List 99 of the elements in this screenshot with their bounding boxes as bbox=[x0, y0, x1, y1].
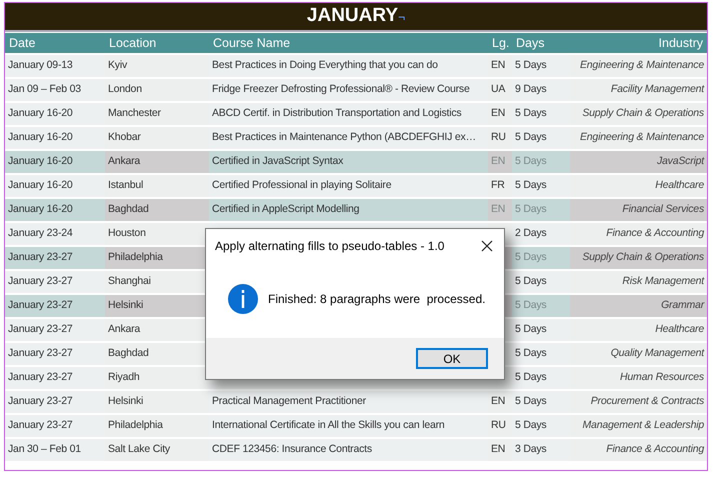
cell-text: Financial Services bbox=[622, 202, 704, 218]
cell-text: UA bbox=[491, 82, 506, 98]
cell-text: Facility Management bbox=[610, 82, 704, 98]
cell-text: Istanbul bbox=[108, 178, 144, 194]
column-header: Lg. bbox=[491, 34, 510, 52]
cell-text: EN bbox=[491, 202, 506, 218]
cell-text: RU bbox=[491, 418, 506, 434]
cell-text: Riyadh bbox=[108, 370, 140, 386]
cell-text: Human Resources bbox=[620, 370, 704, 386]
cell-text: RU bbox=[491, 130, 506, 146]
cell-text: January 16-20 bbox=[8, 154, 73, 170]
cell-text: January 23-27 bbox=[8, 250, 73, 266]
cell-text: 5 Days bbox=[515, 418, 546, 434]
cell-text: Fridge Freezer Defrosting Professional® - Review Course bbox=[212, 82, 470, 98]
cell-text: January 16-20 bbox=[8, 202, 73, 218]
cell-text: 5 Days bbox=[515, 274, 546, 290]
cell-text: Shanghai bbox=[108, 274, 151, 290]
cell-text: 5 Days bbox=[515, 130, 546, 146]
cell-text: 5 Days bbox=[515, 322, 546, 338]
column-header: Industry bbox=[658, 34, 704, 52]
cell-text: Finance & Accounting bbox=[606, 226, 704, 242]
cell-text: 5 Days bbox=[515, 178, 546, 194]
cell-text: 5 Days bbox=[515, 370, 546, 386]
cell-text: London bbox=[108, 82, 142, 98]
cell-text: Engineering & Maintenance bbox=[580, 130, 704, 146]
cell-text: International Certificate in All the Skills you can learn bbox=[212, 418, 445, 434]
cell-text: Helsinki bbox=[108, 298, 144, 314]
cell-text: EN bbox=[491, 394, 506, 410]
cell-text: 5 Days bbox=[515, 346, 546, 362]
cell-text: EN bbox=[491, 154, 506, 170]
cell-text: EN bbox=[491, 442, 506, 458]
cell-text: Healthcare bbox=[655, 322, 704, 338]
cell-text: Baghdad bbox=[108, 202, 149, 218]
cell-text: Salt Lake City bbox=[108, 442, 170, 458]
cell-text: January 23-27 bbox=[8, 322, 73, 338]
cell-text: Khobar bbox=[108, 130, 141, 146]
cell-text: 5 Days bbox=[515, 250, 546, 266]
cell-text: Certified in JavaScript Syntax bbox=[212, 154, 344, 170]
cell-text: January 23-27 bbox=[8, 346, 73, 362]
cell-text: Certified in AppleScript Modelling bbox=[212, 202, 360, 218]
cell-text: January 23-27 bbox=[8, 274, 73, 290]
dialog-title: Apply alternating fills to pseudo-tables - 1.0 bbox=[215, 238, 444, 255]
cell-text: 5 Days bbox=[515, 202, 546, 218]
cell-text: CDEF 123456: Insurance Contracts bbox=[212, 442, 372, 458]
cell-text: January 23-27 bbox=[8, 418, 73, 434]
cell-text: January 16-20 bbox=[8, 106, 73, 122]
cell-text: January 23-27 bbox=[8, 298, 73, 314]
cell-text: 2 Days bbox=[515, 226, 546, 242]
ok-button[interactable]: OK bbox=[416, 348, 488, 369]
cell-text: Kyiv bbox=[108, 58, 128, 74]
cell-text: Ankara bbox=[108, 154, 140, 170]
cell-text: EN bbox=[491, 58, 506, 74]
dialog-message: Finished: 8 paragraphs were processed. bbox=[268, 290, 486, 308]
cell-text: January 16-20 bbox=[8, 178, 73, 194]
cell-text: 5 Days bbox=[515, 154, 546, 170]
cell-text: Baghdad bbox=[108, 346, 149, 362]
cell-text: 5 Days bbox=[515, 298, 546, 314]
cell-text: FR bbox=[491, 178, 505, 194]
cell-text: Quality Management bbox=[610, 346, 704, 362]
cell-text: Risk Management bbox=[622, 274, 704, 290]
cell-text: Philadelphia bbox=[108, 418, 163, 434]
cell-text: Philadelphia bbox=[108, 250, 163, 266]
cell-text: Procurement & Contracts bbox=[590, 394, 704, 410]
column-header: Course Name bbox=[212, 34, 292, 52]
cell-text: ABCD Certif. in Distribution Transportation and Logistics bbox=[212, 106, 462, 122]
cell-text: Manchester bbox=[108, 106, 161, 122]
month-title: JANUARY bbox=[306, 4, 398, 28]
cell-text: 5 Days bbox=[515, 106, 546, 122]
cell-text: January 23-27 bbox=[8, 394, 73, 410]
cell-text: 3 Days bbox=[515, 442, 546, 458]
cell-text: Healthcare bbox=[655, 178, 704, 194]
column-header: Location bbox=[108, 34, 158, 52]
cell-text: Practical Management Practitioner bbox=[212, 394, 366, 410]
cell-text: EN bbox=[491, 106, 506, 122]
cell-text: Jan 09 – Feb 03 bbox=[8, 82, 81, 98]
cell-text: Houston bbox=[108, 226, 146, 242]
cell-text: Supply Chain & Operations bbox=[582, 106, 704, 122]
cell-text: Certified Professional in playing Solitaire bbox=[212, 178, 392, 194]
cell-text: Management & Leadership bbox=[582, 418, 704, 434]
cell-text: Ankara bbox=[108, 322, 140, 338]
cell-text: Supply Chain & Operations bbox=[582, 250, 704, 266]
cell-text: Finance & Accounting bbox=[606, 442, 704, 458]
cell-text: 5 Days bbox=[515, 58, 546, 74]
cell-text: Helsinki bbox=[108, 394, 144, 410]
column-header: Date bbox=[8, 34, 36, 52]
cell-text: January 23-24 bbox=[8, 226, 73, 242]
cell-text: JavaScript bbox=[656, 154, 704, 170]
cell-text: 9 Days bbox=[515, 82, 546, 98]
cell-text: 5 Days bbox=[515, 394, 546, 410]
cell-text: January 09-13 bbox=[8, 58, 73, 74]
column-header: Days bbox=[515, 34, 546, 52]
cell-text: Best Practices in Maintenance Python (ABCDEFGHIJ ex… bbox=[212, 130, 476, 146]
end-of-cell-mark: ¬ bbox=[398, 8, 406, 26]
cell-text: Engineering & Maintenance bbox=[580, 58, 704, 74]
cell-text: Grammar bbox=[661, 298, 704, 314]
cell-text: Jan 30 – Feb 01 bbox=[8, 442, 81, 458]
cell-text: January 23-27 bbox=[8, 370, 73, 386]
cell-text: Best Practices in Doing Everything that you can do bbox=[212, 58, 438, 74]
cell-text: January 16-20 bbox=[8, 130, 73, 146]
